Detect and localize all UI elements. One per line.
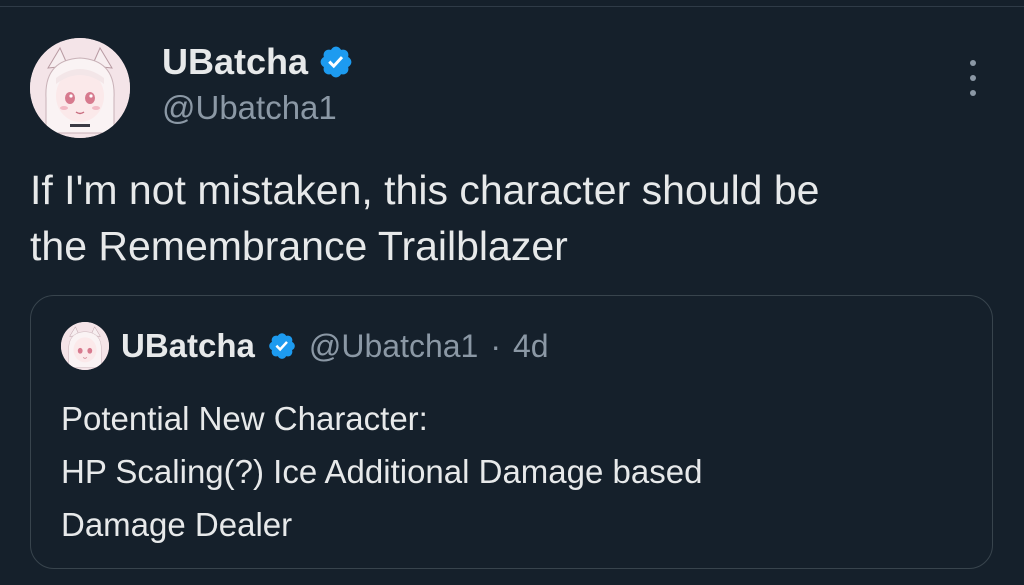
verified-badge-icon[interactable] — [318, 44, 354, 80]
tweet-text: If I'm not mistaken, this character shou… — [30, 162, 990, 274]
more-dot — [970, 75, 976, 81]
top-divider — [0, 6, 1024, 7]
quoted-handle[interactable]: @Ubatcha1 — [309, 328, 478, 365]
quoted-text-line: HP Scaling(?) Ice Additional Damage base… — [61, 453, 703, 490]
quoted-timestamp[interactable]: 4d — [513, 328, 549, 365]
tweet-text-line: If I'm not mistaken, this character shou… — [30, 167, 820, 213]
avatar[interactable] — [30, 38, 130, 138]
author-display-name[interactable]: UBatcha — [162, 40, 308, 84]
quoted-avatar-image — [61, 322, 109, 370]
quoted-display-name[interactable]: UBatcha — [121, 327, 255, 365]
quoted-tweet-header: UBatcha @Ubatcha1 · 4d — [61, 322, 549, 370]
quoted-text-line: Potential New Character: — [61, 400, 428, 437]
more-dot — [970, 90, 976, 96]
verified-badge-icon[interactable] — [267, 331, 297, 361]
more-options-icon[interactable] — [960, 60, 986, 96]
avatar-image — [30, 38, 130, 138]
more-dot — [970, 60, 976, 66]
quoted-tweet-text: Potential New Character: HP Scaling(?) I… — [61, 392, 961, 551]
separator-dot: · — [490, 327, 501, 364]
tweet-text-line: the Remembrance Trailblazer — [30, 223, 568, 269]
tweet: UBatcha @Ubatcha1 If I'm not mistaken, t… — [0, 0, 1024, 585]
quoted-avatar[interactable] — [61, 322, 109, 370]
author-handle[interactable]: @Ubatcha1 — [162, 86, 337, 130]
quoted-tweet-card[interactable]: UBatcha @Ubatcha1 · 4d Potential New Cha… — [30, 295, 993, 569]
quoted-text-line: Damage Dealer — [61, 506, 293, 543]
author-name-row: UBatcha — [162, 40, 354, 84]
